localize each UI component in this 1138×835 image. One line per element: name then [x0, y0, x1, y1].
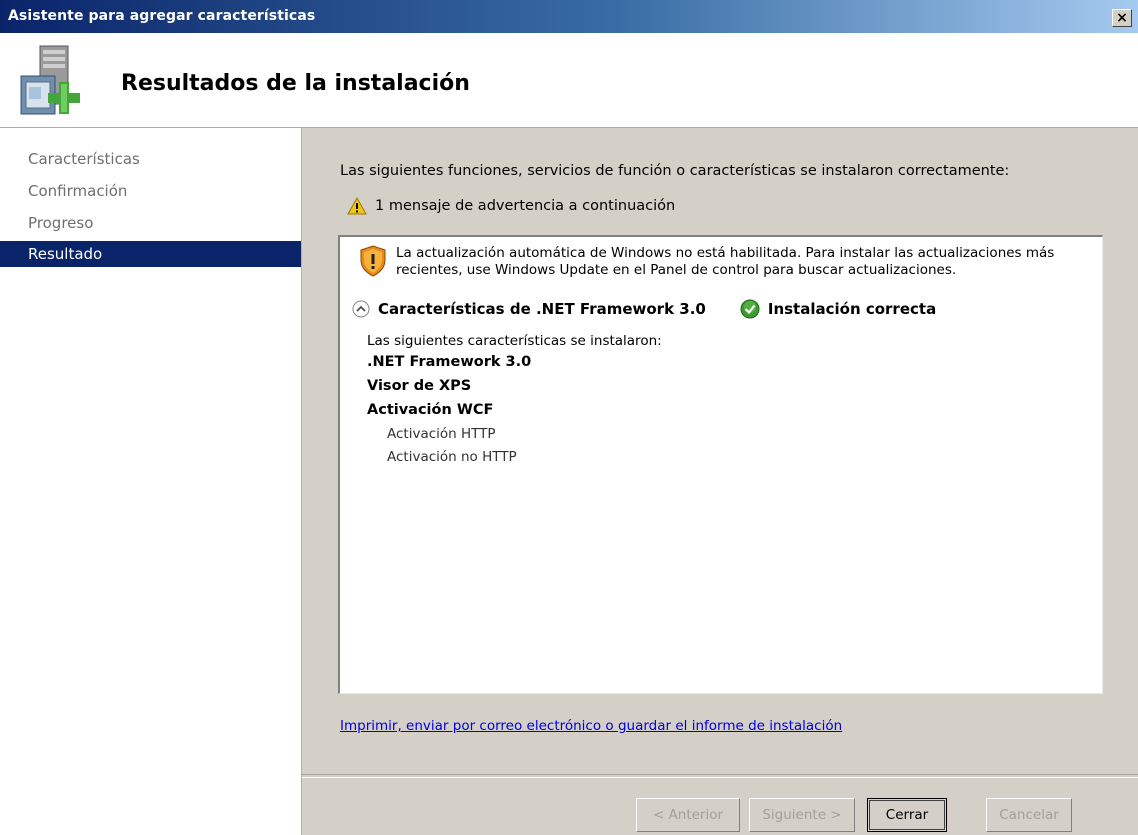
feature-subitem: Activación no HTTP — [387, 449, 517, 465]
wizard-steps-sidebar: Características Confirmación Progreso Re… — [0, 128, 302, 835]
close-button[interactable]: Cerrar — [867, 798, 947, 832]
step-resultado: Resultado — [0, 241, 301, 267]
feature-item: Activación WCF — [367, 402, 494, 418]
server-add-icon — [20, 45, 80, 115]
feature-subitem: Activación HTTP — [387, 426, 496, 442]
button-bar-divider — [302, 774, 1138, 778]
step-caracteristicas: Características — [28, 150, 140, 168]
step-confirmacion: Confirmación — [28, 182, 128, 200]
installed-features-label: Las siguientes características se instal… — [367, 333, 662, 349]
page-title: Resultados de la instalación — [121, 71, 470, 96]
security-shield-warning-icon — [360, 245, 386, 277]
collapse-chevron-icon[interactable] — [352, 300, 370, 318]
update-warning-text: La actualización automática de Windows n… — [396, 245, 1055, 278]
title-bar: Asistente para agregar características × — [0, 0, 1138, 33]
warning-summary: 1 mensaje de advertencia a continuación — [347, 197, 675, 215]
close-window-button[interactable]: × — [1112, 9, 1132, 27]
warning-icon — [347, 197, 367, 215]
installation-report-link[interactable]: Imprimir, enviar por correo electrónico … — [340, 718, 842, 734]
feature-item: Visor de XPS — [367, 378, 472, 394]
next-button[interactable]: Siguiente > — [749, 798, 855, 832]
feature-group-name: Características de .NET Framework 3.0 — [378, 300, 706, 318]
main-content: Las siguientes funciones, servicios de f… — [302, 128, 1138, 835]
update-warning-message: La actualización automática de Windows n… — [360, 245, 1106, 279]
install-status-text: Instalación correcta — [767, 300, 937, 318]
feature-group-header: Características de .NET Framework 3.0 In… — [352, 299, 936, 319]
back-button[interactable]: < Anterior — [636, 798, 740, 832]
success-check-icon — [740, 299, 760, 319]
cancel-button[interactable]: Cancelar — [986, 798, 1072, 832]
window-title: Asistente para agregar características — [8, 8, 316, 24]
wizard-header: Resultados de la instalación — [0, 33, 1138, 128]
feature-item: .NET Framework 3.0 — [367, 354, 532, 370]
warning-summary-text: 1 mensaje de advertencia a continuación — [375, 198, 676, 214]
step-progreso: Progreso — [28, 214, 94, 232]
install-status: Instalación correcta — [740, 299, 936, 319]
intro-text: Las siguientes funciones, servicios de f… — [340, 163, 1010, 179]
results-panel[interactable]: La actualización automática de Windows n… — [338, 235, 1103, 694]
